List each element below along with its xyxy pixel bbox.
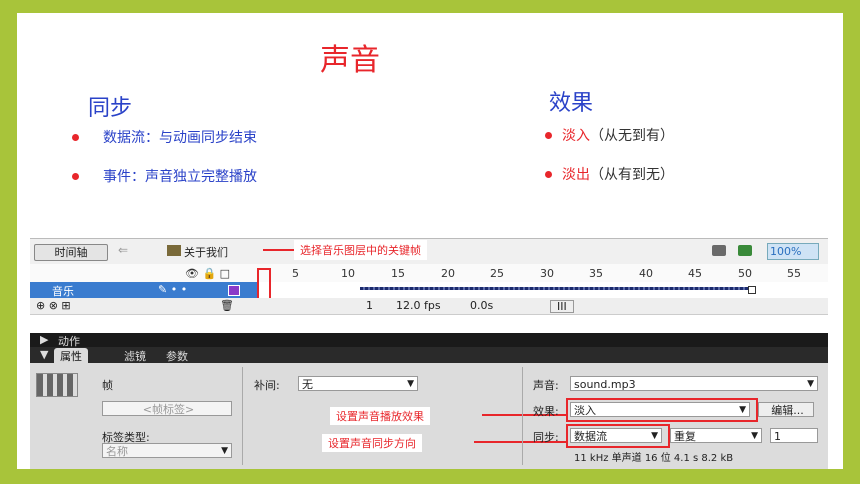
edit-button[interactable]: 编辑... xyxy=(758,402,814,417)
callout-line xyxy=(263,249,295,251)
sync-label: 同步: xyxy=(533,431,559,444)
ruler-tick: 35 xyxy=(589,267,603,280)
layer-row-music[interactable]: 音乐 ✎ • • xyxy=(30,282,828,299)
callout-sync: 设置声音同步方向 xyxy=(322,434,422,452)
edit-symbol-icon[interactable] xyxy=(738,245,752,256)
flash-screenshot: 时间轴 ⇐ 关于我们 选择音乐图层中的关键帧 100% 👁 🔒 □ 5 10 1… xyxy=(30,238,828,469)
effect-heading: 效果 xyxy=(549,91,594,116)
scene-name[interactable]: 关于我们 xyxy=(184,244,228,260)
tween-select[interactable]: 无 xyxy=(298,376,418,392)
timeline-status-bar: ⊕ ⊗ ⊞ 🗑 1 12.0 fps 0.0s III xyxy=(30,298,828,315)
effect-label: 效果: xyxy=(533,405,559,418)
back-arrow-icon[interactable]: ⇐ xyxy=(118,243,142,260)
collapse-arrow-icon[interactable]: ▼ xyxy=(40,348,48,361)
sound-waveform xyxy=(360,287,750,290)
timeline-header: 时间轴 ⇐ 关于我们 选择音乐图层中的关键帧 100% xyxy=(30,239,828,265)
panel-divider xyxy=(242,367,243,465)
sound-info: 11 kHz 单声道 16 位 4.1 s 8.2 kB xyxy=(574,453,734,464)
ruler-tick: 30 xyxy=(540,267,554,280)
properties-tab-bar: ▼ 属性 滤镜 参数 xyxy=(30,347,828,363)
sync-item-text: 数据流：与动画同步结束 xyxy=(103,130,257,146)
slide-title: 声音 xyxy=(320,43,380,78)
frame-title: 帧 xyxy=(102,379,113,392)
panel-divider xyxy=(522,367,523,465)
current-frame: 1 xyxy=(366,299,373,312)
layer-name: 音乐 xyxy=(52,285,74,298)
ruler-tick: 15 xyxy=(391,267,405,280)
frame-label-input[interactable]: <帧标签> xyxy=(102,401,232,416)
sync-item-text: 事件：声音独立完整播放 xyxy=(103,169,257,185)
repeat-select[interactable]: 重复 xyxy=(670,428,762,444)
ruler-tick: 5 xyxy=(292,267,299,280)
layer-name-cell[interactable]: 音乐 ✎ • • xyxy=(30,282,258,298)
elapsed-time: 0.0s xyxy=(470,299,494,312)
ruler-tick: 45 xyxy=(688,267,702,280)
sync-highlight xyxy=(566,424,670,448)
timeline-scroll[interactable]: III xyxy=(550,300,574,313)
delete-layer-icon[interactable]: 🗑 xyxy=(220,299,234,312)
effect-desc: （从无到有） xyxy=(590,128,674,144)
tween-label: 补间: xyxy=(254,379,280,392)
sync-heading: 同步 xyxy=(88,96,133,121)
layer-color-icon[interactable] xyxy=(228,285,240,296)
frame-rate: 12.0 fps xyxy=(396,299,441,312)
ruler-tick: 50 xyxy=(738,267,752,280)
bullet-dot-icon xyxy=(545,170,552,178)
tab-properties[interactable]: 属性 xyxy=(54,348,88,363)
effect-bullet-2: 淡出 （从有到无） xyxy=(545,164,674,184)
effect-desc: （从有到无） xyxy=(590,167,674,183)
slide: 声音 同步 数据流：与动画同步结束 事件：声音独立完整播放 效果 淡入 （从无到… xyxy=(17,13,843,469)
zoom-field[interactable]: 100% xyxy=(767,243,819,260)
actions-panel-bar[interactable]: ▶ 动作 xyxy=(30,333,828,348)
timeline-button[interactable]: 时间轴 xyxy=(34,244,108,261)
effect-bullet-1: 淡入 （从无到有） xyxy=(545,125,674,145)
repeat-count-input[interactable]: 1 xyxy=(770,428,818,443)
ruler-tick: 25 xyxy=(490,267,504,280)
callout-keyframe: 选择音乐图层中的关键帧 xyxy=(294,240,427,260)
effect-term: 淡出 xyxy=(562,167,590,183)
expand-arrow-icon[interactable]: ▶ xyxy=(40,333,48,346)
ruler-tick: 10 xyxy=(341,267,355,280)
properties-panel: 帧 <帧标签> 标签类型: 名称 补间: 无 设置声音播放效果 设置声音同步方向… xyxy=(30,363,828,469)
ruler-tick: 40 xyxy=(639,267,653,280)
add-layer-icons[interactable]: ⊕ ⊗ ⊞ xyxy=(36,299,71,312)
scene-clapper-icon xyxy=(167,245,181,256)
layer-controls[interactable]: ✎ • • xyxy=(158,283,187,296)
tab-parameters[interactable]: 参数 xyxy=(166,348,188,364)
ruler-tick: 20 xyxy=(441,267,455,280)
bullet-dot-icon xyxy=(545,131,552,139)
bullet-dot-icon xyxy=(72,133,79,141)
effect-term: 淡入 xyxy=(562,128,590,144)
sound-select[interactable]: sound.mp3 xyxy=(570,376,818,392)
label-type-select[interactable]: 名称 xyxy=(102,443,232,459)
bullet-dot-icon xyxy=(72,172,79,180)
sync-bullet-1: 数据流：与动画同步结束 xyxy=(72,127,257,147)
layer-visibility-icons[interactable]: 👁 🔒 □ xyxy=(185,267,230,280)
frame-thumbnail-icon xyxy=(36,373,78,397)
ruler-tick: 55 xyxy=(787,267,801,280)
timeline-ruler: 👁 🔒 □ 5 10 15 20 25 30 35 40 45 50 55 xyxy=(30,264,828,283)
stage-strip xyxy=(30,315,828,333)
tab-filters[interactable]: 滤镜 xyxy=(124,348,146,364)
callout-effect: 设置声音播放效果 xyxy=(330,407,430,425)
effect-highlight xyxy=(566,398,758,422)
edit-scene-icon[interactable] xyxy=(712,245,726,256)
sound-label: 声音: xyxy=(533,379,559,392)
end-keyframe-icon[interactable] xyxy=(748,286,756,294)
sync-bullet-2: 事件：声音独立完整播放 xyxy=(72,166,257,186)
